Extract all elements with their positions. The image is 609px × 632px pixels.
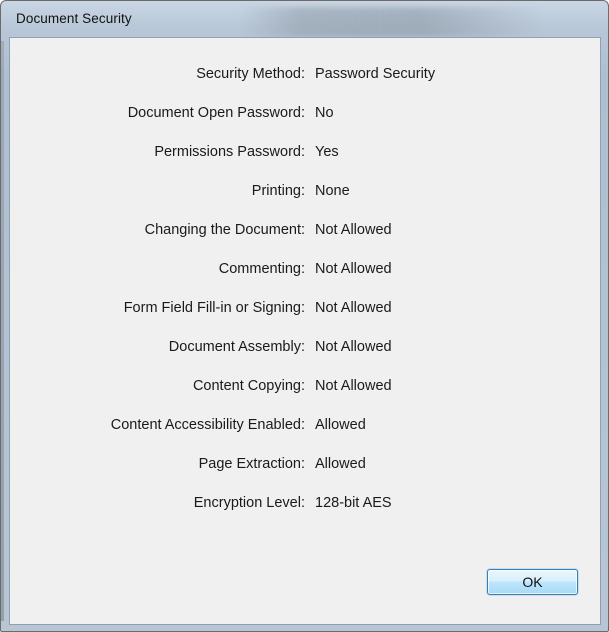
property-value: Allowed	[315, 456, 366, 472]
dialog-content: Security Method: Password Security Docum…	[9, 37, 601, 625]
property-row-encryption-level: Encryption Level: 128-bit AES	[10, 495, 600, 515]
property-label: Document Open Password:	[127, 105, 305, 121]
property-value: Not Allowed	[315, 261, 392, 277]
property-label: Commenting:	[218, 261, 305, 277]
property-value: Not Allowed	[315, 378, 392, 394]
property-value: No	[315, 105, 334, 121]
property-value: Allowed	[315, 417, 366, 433]
property-label: Security Method:	[196, 66, 305, 82]
property-value: None	[315, 183, 350, 199]
property-value: Password Security	[315, 66, 436, 82]
property-label: Printing:	[251, 183, 305, 199]
property-value: 128-bit AES	[315, 495, 392, 511]
property-label: Content Accessibility Enabled:	[110, 417, 305, 433]
property-value: Not Allowed	[315, 222, 392, 238]
property-row-document-assembly: Document Assembly: Not Allowed	[10, 339, 600, 359]
property-label: Form Field Fill-in or Signing:	[123, 300, 305, 316]
dialog-title: Document Security	[16, 11, 132, 26]
property-label: Page Extraction:	[198, 456, 305, 472]
property-row-changing-document: Changing the Document: Not Allowed	[10, 222, 600, 242]
property-row-document-open-password: Document Open Password: No	[10, 105, 600, 125]
property-value: Not Allowed	[315, 300, 392, 316]
property-label: Permissions Password:	[154, 144, 305, 160]
property-row-content-copying: Content Copying: Not Allowed	[10, 378, 600, 398]
property-value: Yes	[315, 144, 339, 160]
title-bar-glass	[241, 7, 541, 37]
document-security-dialog: Document Security Security Method: Passw…	[0, 0, 609, 632]
property-row-content-accessibility: Content Accessibility Enabled: Allowed	[10, 417, 600, 437]
property-label: Changing the Document:	[144, 222, 305, 238]
property-label: Content Copying:	[192, 378, 305, 394]
title-bar[interactable]: Document Security	[1, 1, 608, 37]
property-value: Not Allowed	[315, 339, 392, 355]
ok-button[interactable]: OK	[487, 569, 578, 595]
property-row-permissions-password: Permissions Password: Yes	[10, 144, 600, 164]
property-label: Encryption Level:	[193, 495, 305, 511]
property-label: Document Assembly:	[168, 339, 305, 355]
property-row-commenting: Commenting: Not Allowed	[10, 261, 600, 281]
window-edge	[1, 41, 4, 621]
property-row-page-extraction: Page Extraction: Allowed	[10, 456, 600, 476]
property-row-security-method: Security Method: Password Security	[10, 66, 600, 86]
property-row-form-field-fill-in: Form Field Fill-in or Signing: Not Allow…	[10, 300, 600, 320]
property-row-printing: Printing: None	[10, 183, 600, 203]
